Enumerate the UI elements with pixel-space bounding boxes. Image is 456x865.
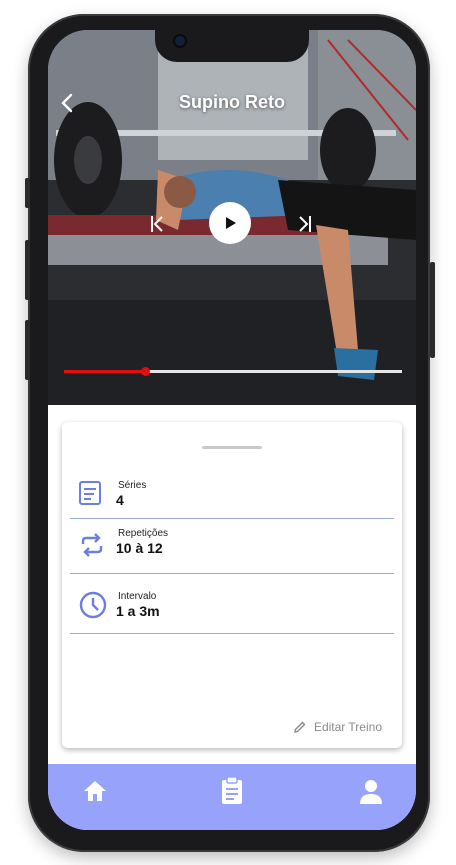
interval-row: Intervalo 1 a 3m xyxy=(70,573,394,634)
nav-workouts[interactable] xyxy=(220,776,244,811)
mute-switch xyxy=(25,178,30,208)
repetitions-row: Repetições 10 à 12 xyxy=(70,518,394,574)
series-label: Séries xyxy=(118,480,147,491)
nav-home[interactable] xyxy=(82,778,108,809)
nav-profile[interactable] xyxy=(358,778,384,811)
app-screen: Supino Reto Séries 4 Repetições 10 à 12 … xyxy=(48,30,416,830)
exercise-details-card: Séries 4 Repetições 10 à 12 Intervalo 1 … xyxy=(62,422,402,748)
exercise-title: Supino Reto xyxy=(179,92,285,112)
person-icon xyxy=(360,780,382,804)
play-button[interactable] xyxy=(209,202,251,244)
repetitions-value: 10 à 12 xyxy=(116,540,163,556)
skip-previous-icon xyxy=(151,216,163,232)
volume-down-button xyxy=(25,320,30,380)
notch xyxy=(155,30,309,62)
clock-icon xyxy=(78,590,108,625)
clipboard-icon xyxy=(222,776,242,804)
drag-handle[interactable] xyxy=(202,446,262,449)
interval-value: 1 a 3m xyxy=(116,603,160,619)
video-player[interactable]: Supino Reto xyxy=(48,30,416,405)
power-button xyxy=(430,262,435,358)
bottom-navigation xyxy=(48,764,416,830)
notes-icon xyxy=(78,480,102,511)
edit-workout-button[interactable]: Editar Treino xyxy=(293,720,382,734)
volume-up-button xyxy=(25,240,30,300)
progress-fill xyxy=(64,370,146,373)
skip-next-icon xyxy=(299,216,311,232)
front-camera xyxy=(175,36,185,46)
series-value: 4 xyxy=(116,492,124,508)
video-progress-bar[interactable] xyxy=(64,367,402,376)
interval-label: Intervalo xyxy=(118,591,157,602)
edit-workout-label: Editar Treino xyxy=(313,720,382,734)
repetitions-label: Repetições xyxy=(118,528,169,539)
series-row: Séries 4 xyxy=(70,466,394,519)
pencil-icon xyxy=(294,721,306,733)
repeat-icon xyxy=(78,532,106,563)
play-icon xyxy=(226,217,236,229)
next-button[interactable] xyxy=(296,213,314,240)
previous-button[interactable] xyxy=(148,213,166,240)
home-icon xyxy=(84,781,106,801)
